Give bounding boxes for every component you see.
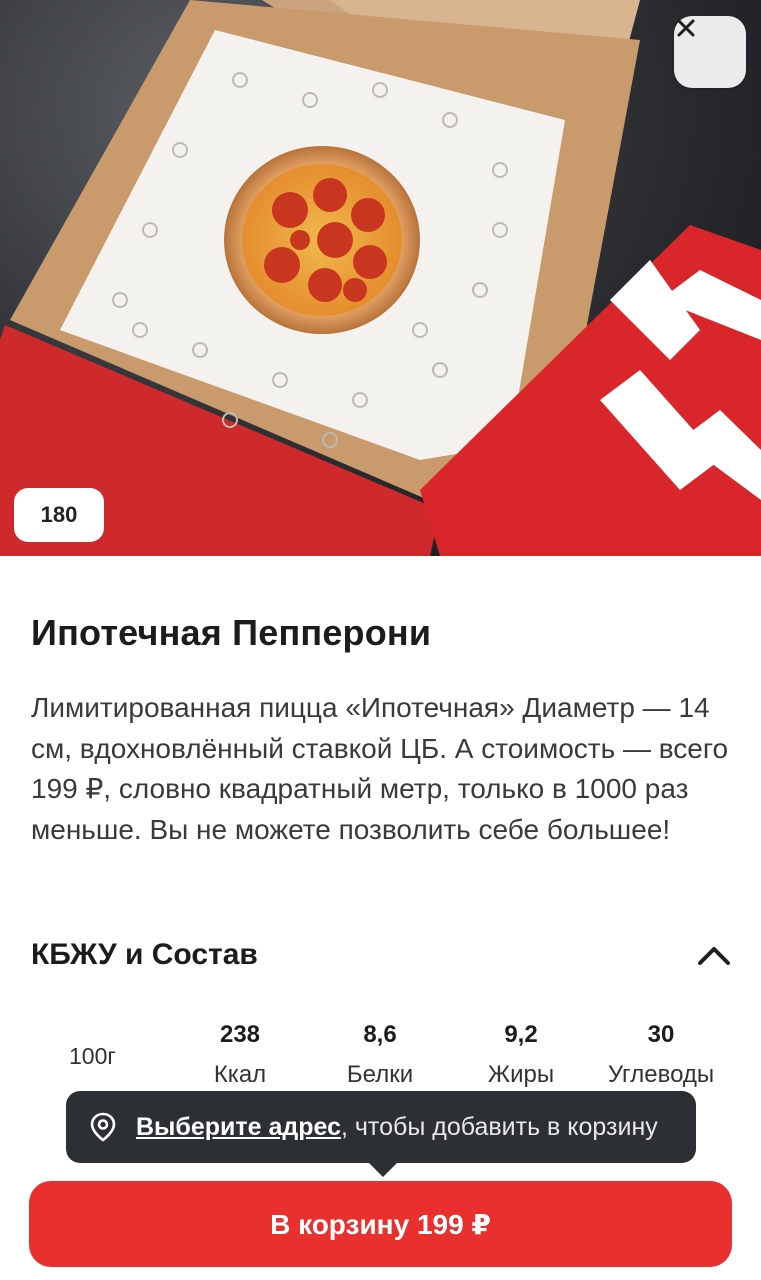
nutrition-item-kcal: 238 Ккал [170,1015,310,1095]
nutrition-label: Жиры [487,1061,555,1088]
nutrition-section-title: КБЖУ и Состав [31,938,258,971]
chevron-up-icon [698,947,730,965]
nutrition-value: 8,6 [363,1021,397,1048]
address-tooltip-rest: , чтобы добавить в корзину [341,1112,658,1141]
add-to-cart-button[interactable]: В корзину 199 ₽ [29,1181,732,1267]
nutrition-value: 238 [219,1021,261,1048]
nutrition-label: Белки [346,1061,414,1088]
nutrition-item-carbs: 30 Углеводы [591,1015,731,1095]
nutrition-base-amount: 100г [69,1043,116,1069]
nutrition-table: 100г 238 Ккал 8,6 Белки 9,2 Жиры 30 Угле… [31,1015,731,1095]
close-button[interactable] [674,16,746,88]
nutrition-label: Ккал [213,1061,267,1088]
nutrition-item-fat: 9,2 Жиры [451,1015,591,1095]
nutrition-value: 30 [647,1021,675,1048]
nutrition-value: 9,2 [504,1021,538,1048]
nutrition-section-toggle[interactable]: КБЖУ и Состав [31,930,731,980]
product-image: 180 [0,0,761,556]
pizza-box-illustration [0,0,761,556]
close-icon [677,19,695,37]
nutrition-label: Углеводы [607,1061,715,1088]
tooltip-arrow [367,1161,399,1177]
location-pin-icon [90,1112,116,1142]
nutrition-item-protein: 8,6 Белки [310,1015,450,1095]
product-description: Лимитированная пицца «Ипотечная» Диаметр… [31,692,729,845]
address-tooltip-text: Выберите адрес, чтобы добавить в корзину [136,1113,658,1142]
choose-address-link[interactable]: Выберите адрес [136,1113,341,1141]
address-tooltip[interactable]: Выберите адрес, чтобы добавить в корзину [66,1091,696,1163]
weight-badge: 180 [14,488,104,542]
product-title: Ипотечная Пепперони [31,612,432,653]
